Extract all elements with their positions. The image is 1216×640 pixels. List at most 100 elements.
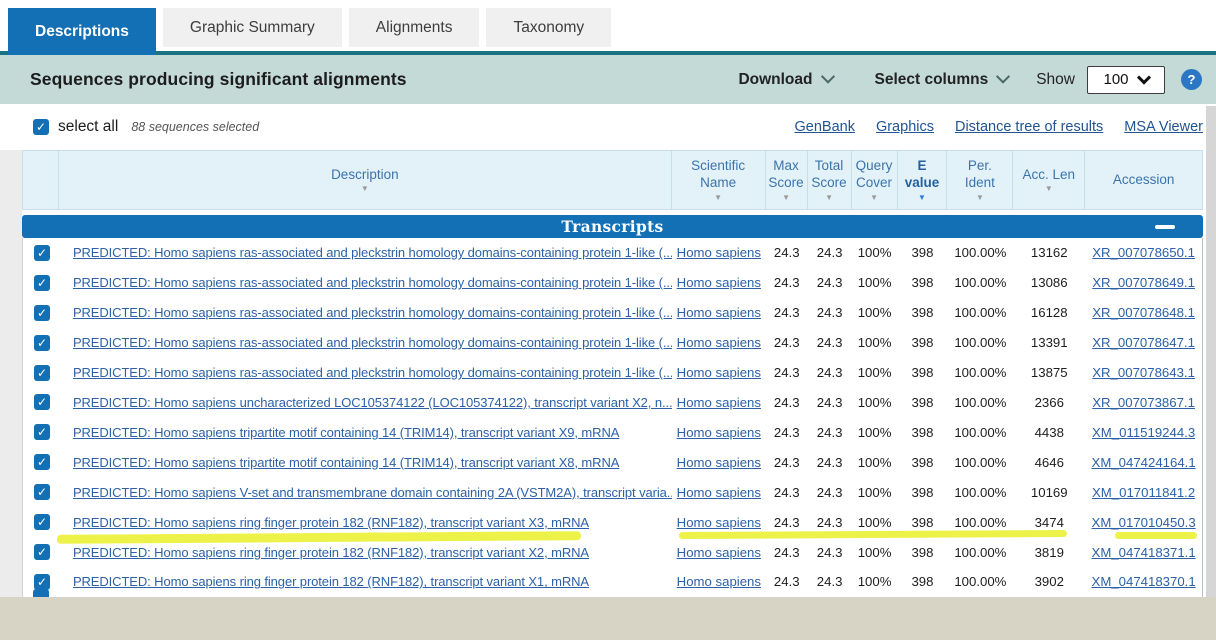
accession-link[interactable]: XR_007078643.1 xyxy=(1092,365,1195,380)
cell-desc: PREDICTED: Homo sapiens tripartite motif… xyxy=(59,455,672,470)
tab-taxonomy[interactable]: Taxonomy xyxy=(486,8,611,47)
scientific-name-link[interactable]: Homo sapiens xyxy=(677,425,761,440)
column-header-acc[interactable]: Accession xyxy=(1085,151,1202,209)
row-checkbox[interactable]: ✓ xyxy=(34,544,50,560)
accession-link[interactable]: XM_047424164.1 xyxy=(1092,455,1196,470)
row-checkbox[interactable]: ✓ xyxy=(34,454,50,470)
action-link-distance-tree-of-results[interactable]: Distance tree of results xyxy=(955,119,1103,135)
column-header-sci[interactable]: Scientific Name▼ xyxy=(672,151,766,209)
transcripts-section-band: Transcripts xyxy=(22,215,1203,238)
description-link[interactable]: PREDICTED: Homo sapiens tripartite motif… xyxy=(73,425,619,440)
column-header-desc[interactable]: Description▼ xyxy=(59,151,672,209)
row-checkbox[interactable]: ✓ xyxy=(34,574,50,590)
cell-total: 24.3 xyxy=(808,305,852,320)
action-link-graphics[interactable]: Graphics xyxy=(876,119,934,135)
scientific-name-link[interactable]: Homo sapiens xyxy=(677,365,761,380)
select-all-checkbox[interactable]: ✓ xyxy=(33,119,49,135)
help-icon[interactable]: ? xyxy=(1181,69,1202,90)
scientific-name-link[interactable]: Homo sapiens xyxy=(677,245,761,260)
column-header-eval[interactable]: E value▼ xyxy=(898,151,948,209)
action-link-genbank[interactable]: GenBank xyxy=(794,119,854,135)
result-action-links: GenBank Graphics Distance tree of results M… xyxy=(794,119,1203,135)
description-link[interactable]: PREDICTED: Homo sapiens V-set and transm… xyxy=(73,485,672,500)
tab-graphic-summary[interactable]: Graphic Summary xyxy=(163,8,342,47)
scientific-name-link[interactable]: Homo sapiens xyxy=(677,515,761,530)
accession-link[interactable]: XM_047418371.1 xyxy=(1092,545,1196,560)
description-link[interactable]: PREDICTED: Homo sapiens ring finger prot… xyxy=(73,574,589,589)
column-header-max[interactable]: Max Score▼ xyxy=(766,151,808,209)
cell-perident: 100.00% xyxy=(947,425,1013,440)
download-menu-button[interactable]: Download xyxy=(738,71,832,89)
row-checkbox[interactable]: ✓ xyxy=(34,484,50,500)
description-link[interactable]: PREDICTED: Homo sapiens ras-associated a… xyxy=(73,305,672,320)
collapse-section-button[interactable] xyxy=(1155,225,1175,229)
cell-total: 24.3 xyxy=(808,395,852,410)
cell-eval: 398 xyxy=(898,275,948,290)
accession-link[interactable]: XM_047418370.1 xyxy=(1092,574,1196,589)
row-checkbox[interactable]: ✓ xyxy=(34,245,50,261)
column-header-acclen[interactable]: Acc. Len▼ xyxy=(1013,151,1085,209)
row-checkbox[interactable]: ✓ xyxy=(34,514,50,530)
column-header-qcov[interactable]: Query Cover▼ xyxy=(852,151,898,209)
cell-max: 24.3 xyxy=(766,365,808,380)
description-link[interactable]: PREDICTED: Homo sapiens ring finger prot… xyxy=(73,545,589,560)
row-checkbox[interactable]: ✓ xyxy=(34,365,50,381)
accession-link[interactable]: XR_007078648.1 xyxy=(1092,305,1195,320)
table-row: ✓ PREDICTED: Homo sapiens ras-associated … xyxy=(23,268,1202,298)
description-link[interactable]: PREDICTED: Homo sapiens ras-associated a… xyxy=(73,245,672,260)
row-checkbox[interactable]: ✓ xyxy=(34,424,50,440)
show-count-select[interactable]: 100 xyxy=(1087,66,1165,94)
scientific-name-link[interactable]: Homo sapiens xyxy=(677,485,761,500)
column-header-perident[interactable]: Per. Ident▼ xyxy=(947,151,1013,209)
column-header-total[interactable]: Total Score▼ xyxy=(808,151,852,209)
scientific-name-link[interactable]: Homo sapiens xyxy=(677,455,761,470)
scientific-name-link[interactable]: Homo sapiens xyxy=(677,545,761,560)
accession-link[interactable]: XM_017010450.3 xyxy=(1092,515,1196,530)
action-link-msa-viewer[interactable]: MSA Viewer xyxy=(1124,119,1203,135)
description-link[interactable]: PREDICTED: Homo sapiens tripartite motif… xyxy=(73,455,619,470)
cell-qcov: 100% xyxy=(852,545,898,560)
cell-sci: Homo sapiens xyxy=(672,515,766,530)
description-link[interactable]: PREDICTED: Homo sapiens ras-associated a… xyxy=(73,335,672,350)
tab-alignments[interactable]: Alignments xyxy=(349,8,480,47)
column-label: Accession xyxy=(1113,172,1175,189)
bottom-footer-strip xyxy=(0,597,1216,640)
row-checkbox[interactable]: ✓ xyxy=(34,275,50,291)
scientific-name-link[interactable]: Homo sapiens xyxy=(677,305,761,320)
cell-eval: 398 xyxy=(898,305,948,320)
scientific-name-link[interactable]: Homo sapiens xyxy=(677,275,761,290)
vertical-scrollbar[interactable] xyxy=(1206,106,1216,597)
accession-link[interactable]: XR_007078647.1 xyxy=(1092,335,1195,350)
cell-max: 24.3 xyxy=(766,545,808,560)
cell-acc: XM_047424164.1 xyxy=(1085,455,1202,470)
cell-total: 24.3 xyxy=(808,485,852,500)
table-row: ✓ PREDICTED: Homo sapiens ras-associated … xyxy=(23,328,1202,358)
accession-link[interactable]: XR_007078650.1 xyxy=(1092,245,1195,260)
table-row: ✓ PREDICTED: Homo sapiens ring finger pro… xyxy=(23,537,1202,567)
accession-link[interactable]: XR_007073867.1 xyxy=(1092,395,1195,410)
description-link[interactable]: PREDICTED: Homo sapiens ras-associated a… xyxy=(73,275,672,290)
row-checkbox[interactable]: ✓ xyxy=(34,335,50,351)
column-label: E value xyxy=(903,158,942,192)
scientific-name-link[interactable]: Homo sapiens xyxy=(677,574,761,589)
cell-desc: PREDICTED: Homo sapiens ras-associated a… xyxy=(59,305,672,320)
table-row: ✓ PREDICTED: Homo sapiens tripartite moti… xyxy=(23,417,1202,447)
accession-link[interactable]: XM_017011841.2 xyxy=(1092,485,1195,500)
scientific-name-link[interactable]: Homo sapiens xyxy=(677,335,761,350)
accession-link[interactable]: XM_011519244.3 xyxy=(1092,425,1195,440)
cell-eval: 398 xyxy=(898,455,948,470)
cell-acclen: 3819 xyxy=(1013,545,1085,560)
description-link[interactable]: PREDICTED: Homo sapiens ras-associated a… xyxy=(73,365,672,380)
row-checkbox[interactable]: ✓ xyxy=(34,305,50,321)
description-link[interactable]: PREDICTED: Homo sapiens uncharacterized … xyxy=(73,395,672,410)
accession-link[interactable]: XR_007078649.1 xyxy=(1092,275,1195,290)
tab-descriptions[interactable]: Descriptions xyxy=(8,8,156,55)
cell-eval: 398 xyxy=(898,395,948,410)
cell-desc: PREDICTED: Homo sapiens ras-associated a… xyxy=(59,275,672,290)
select-columns-menu-button[interactable]: Select columns xyxy=(875,71,1009,89)
scientific-name-link[interactable]: Homo sapiens xyxy=(677,395,761,410)
description-link[interactable]: PREDICTED: Homo sapiens ring finger prot… xyxy=(73,515,589,530)
row-checkbox[interactable]: ✓ xyxy=(34,394,50,410)
cell-perident: 100.00% xyxy=(947,395,1013,410)
cell-total: 24.3 xyxy=(808,515,852,530)
